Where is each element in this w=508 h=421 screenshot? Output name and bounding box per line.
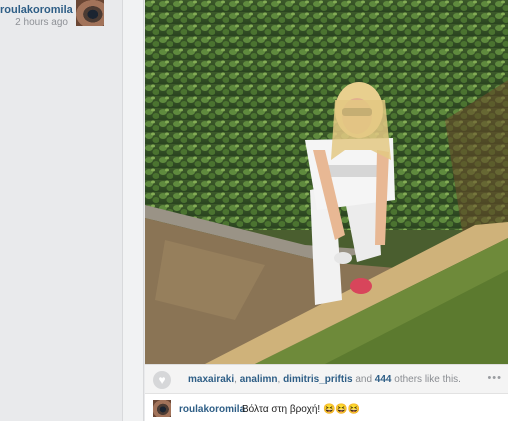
like-user-link[interactable]: dimitris_priftis	[283, 374, 352, 385]
post-timestamp: 2 hours ago	[15, 17, 68, 28]
more-dots-icon[interactable]: •••	[487, 372, 502, 384]
like-user-link[interactable]: analimn	[240, 374, 278, 385]
caption-username-link[interactable]: roulakoromila	[179, 404, 245, 415]
like-user-link[interactable]: maxairaki	[188, 374, 234, 385]
post-photo[interactable]	[145, 0, 508, 364]
avatar[interactable]	[153, 400, 171, 417]
column-divider	[122, 0, 144, 421]
like-count[interactable]: 444	[375, 374, 392, 385]
likes-bar: ♥ maxairaki, analimn, dimitris_priftis a…	[145, 364, 508, 394]
photo-image	[145, 0, 508, 364]
likes-summary: maxairaki, analimn, dimitris_priftis and…	[188, 374, 461, 385]
post-meta: roulakoromila 2 hours ago	[0, 4, 73, 30]
avatar[interactable]	[76, 0, 104, 26]
post-meta-column: roulakoromila 2 hours ago	[0, 0, 122, 421]
caption-text: Βόλτα στη βροχή! 😆😆😆	[242, 404, 361, 415]
caption-row: roulakoromila Βόλτα στη βροχή! 😆😆😆	[145, 394, 508, 421]
heart-icon[interactable]: ♥	[153, 371, 171, 389]
post-username-link[interactable]: roulakoromila	[0, 4, 73, 16]
instagram-post-view: roulakoromila 2 hours ago ♥ maxairaki, a…	[0, 0, 508, 421]
